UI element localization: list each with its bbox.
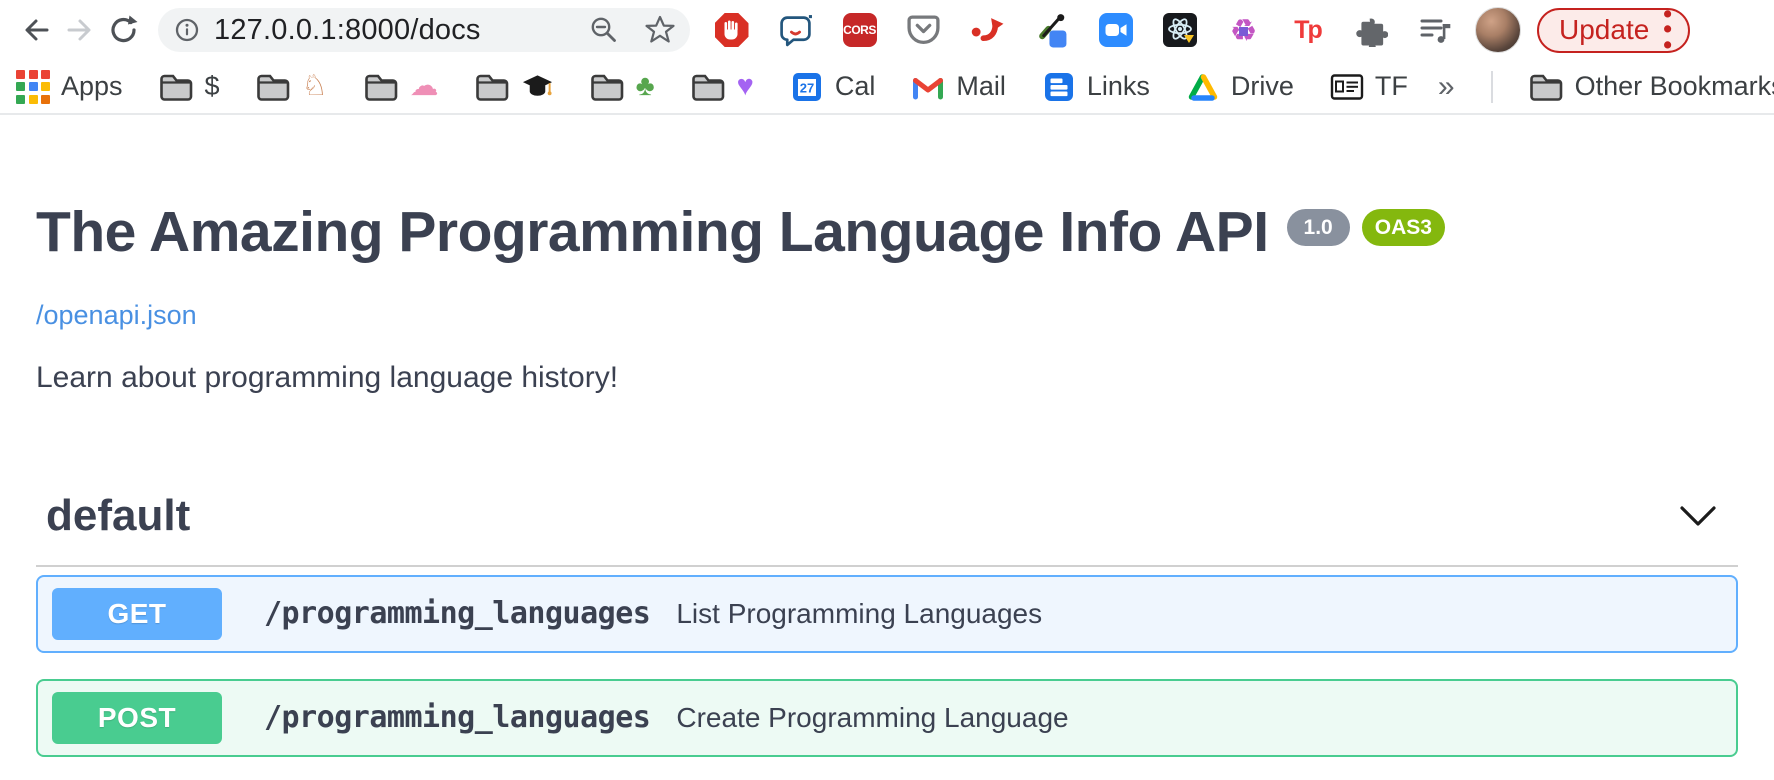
section-header[interactable]: default	[36, 491, 1738, 567]
links-list-icon	[1042, 70, 1076, 104]
api-title-row: The Amazing Programming Language Info AP…	[36, 201, 1738, 264]
operation-row-post-programming-languages[interactable]: POST /programming_languages Create Progr…	[36, 679, 1738, 757]
bookmark-links[interactable]: Links	[1042, 70, 1150, 104]
bookmark-folder-carousel-horse[interactable]: ♘	[256, 72, 328, 102]
update-label: Update	[1559, 14, 1649, 46]
back-arrow-icon	[18, 12, 54, 48]
version-badge: 1.0	[1287, 209, 1350, 246]
bookmark-apps[interactable]: Apps	[16, 70, 123, 104]
bookmark-tf[interactable]: TF	[1330, 71, 1408, 102]
kebab-menu-icon[interactable]: •••	[1663, 7, 1672, 54]
folder-icon	[1529, 72, 1564, 102]
gmail-icon	[911, 73, 945, 101]
folder-icon	[590, 72, 625, 102]
folder-icon	[475, 72, 510, 102]
other-bookmarks[interactable]: Other Bookmarks	[1529, 71, 1774, 102]
pocket-extension-icon[interactable]	[906, 13, 941, 48]
react-devtools-extension-icon[interactable]	[1162, 13, 1197, 48]
back-button[interactable]	[14, 8, 58, 52]
graduation-cap-emoji-icon	[521, 72, 554, 102]
reload-button[interactable]	[102, 8, 146, 52]
section-default: default GET /programming_languages List …	[36, 491, 1738, 757]
bookmarks-overflow-chevron[interactable]: »	[1438, 70, 1455, 104]
bookmark-drive[interactable]: Drive	[1186, 71, 1294, 102]
endpoint-path: /programming_languages	[264, 596, 650, 631]
browser-toolbar: 127.0.0.1:8000/docs	[0, 0, 1774, 60]
media-playlist-extension-icon[interactable]	[1418, 13, 1453, 48]
operation-row-get-programming-languages[interactable]: GET /programming_languages List Programm…	[36, 575, 1738, 653]
forward-arrow-icon	[62, 12, 98, 48]
puzzle-extensions-menu-icon[interactable]	[1354, 13, 1389, 48]
bookmark-folder-purple-heart[interactable]: ♥	[691, 72, 754, 102]
google-calendar-icon: 27	[790, 70, 824, 104]
color-eyedropper-extension-icon[interactable]	[1034, 13, 1069, 48]
profile-avatar[interactable]	[1475, 7, 1521, 53]
chat-bubble-extension-icon[interactable]	[778, 13, 813, 48]
url-text: 127.0.0.1:8000/docs	[214, 14, 588, 47]
bookmark-folder-brain[interactable]: ☁	[364, 72, 439, 102]
folder-icon	[256, 72, 291, 102]
bookmarks-bar: Apps $ ♘ ☁	[0, 60, 1774, 115]
section-title: default	[46, 491, 190, 541]
google-drive-icon	[1186, 72, 1220, 102]
purple-heart-emoji-icon: ♥	[737, 72, 754, 101]
reload-icon	[106, 12, 142, 48]
chevron-down-icon	[1676, 503, 1720, 529]
folder-icon	[159, 72, 194, 102]
carousel-horse-emoji-icon: ♘	[302, 72, 328, 101]
brain-emoji-icon: ☁	[410, 72, 439, 101]
endpoint-summary: Create Programming Language	[676, 702, 1068, 734]
bookmark-folder-herb[interactable]: ♣	[590, 72, 655, 102]
api-badges: 1.0 OAS3	[1287, 209, 1445, 246]
herb-emoji-icon: ♣	[636, 72, 655, 101]
bookmarks-divider	[1491, 71, 1493, 103]
bookmark-folder-dollar[interactable]: $	[159, 71, 220, 102]
endpoint-path: /programming_languages	[264, 700, 650, 735]
api-description: Learn about programming language history…	[36, 361, 1738, 395]
http-method-badge: GET	[52, 588, 222, 640]
http-method-badge: POST	[52, 692, 222, 744]
folder-icon	[691, 72, 726, 102]
endpoint-summary: List Programming Languages	[676, 598, 1042, 630]
teleparty-extension-icon[interactable]: Tp	[1290, 13, 1325, 48]
recycle-extension-icon[interactable]: ♻	[1226, 13, 1261, 48]
cors-extension-icon[interactable]: CORS	[842, 13, 877, 48]
zoom-out-indicator-icon[interactable]	[588, 14, 620, 46]
address-bar[interactable]: 127.0.0.1:8000/docs	[158, 8, 690, 52]
adblock-stop-hand-extension-icon[interactable]	[714, 13, 749, 48]
openapi-spec-link[interactable]: /openapi.json	[36, 300, 197, 331]
bookmark-folder-graduation-cap[interactable]	[475, 72, 554, 102]
oas3-badge: OAS3	[1362, 209, 1445, 246]
swagger-page: The Amazing Programming Language Info AP…	[0, 201, 1774, 757]
text-form-icon	[1330, 73, 1364, 101]
update-browser-button[interactable]: Update •••	[1537, 8, 1690, 53]
apps-grid-icon	[16, 70, 50, 104]
folder-icon	[364, 72, 399, 102]
extensions-row: CORS	[714, 13, 1453, 48]
zoom-meetings-extension-icon[interactable]	[1098, 13, 1133, 48]
page-title: The Amazing Programming Language Info AP…	[36, 201, 1269, 264]
bookmark-gmail[interactable]: Mail	[911, 71, 1006, 102]
redirect-arrow-extension-icon[interactable]	[970, 13, 1005, 48]
bookmark-star-icon[interactable]	[644, 14, 676, 46]
section-collapse-button[interactable]	[1668, 496, 1728, 536]
bookmark-calendar[interactable]: 27 Cal	[790, 70, 876, 104]
page-info-icon[interactable]	[172, 15, 202, 45]
svg-text:27: 27	[800, 80, 814, 95]
forward-button[interactable]	[58, 8, 102, 52]
